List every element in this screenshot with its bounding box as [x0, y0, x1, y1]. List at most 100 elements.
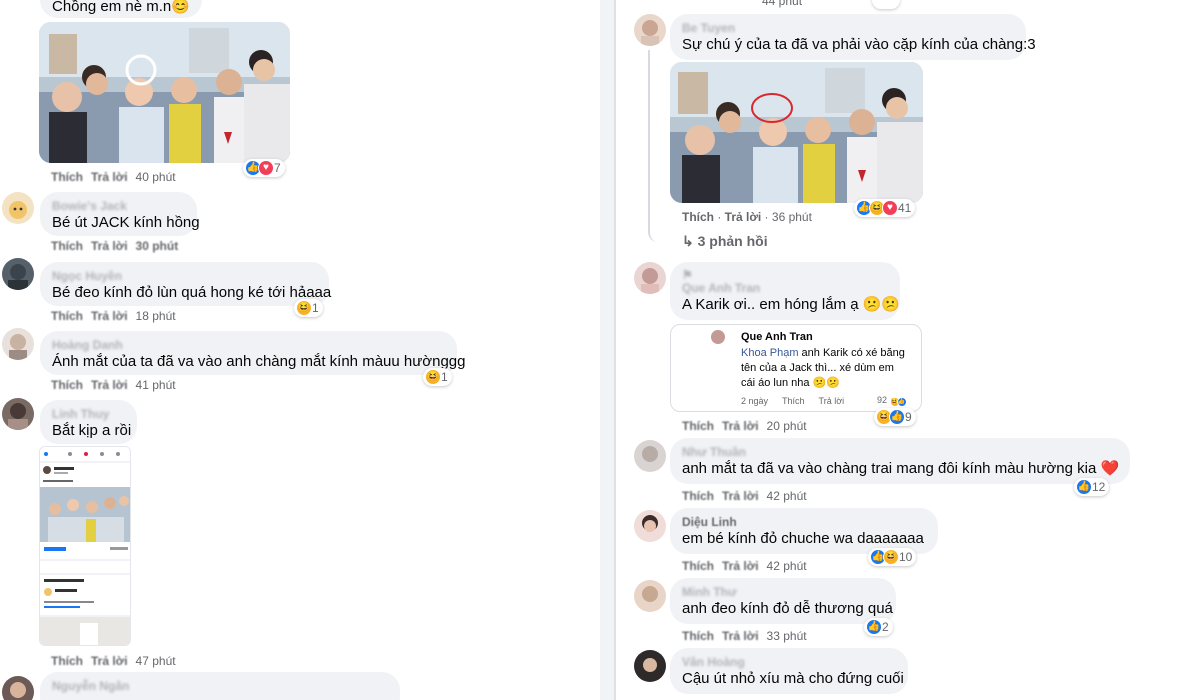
reaction-summary[interactable]: 👍 😆 10 — [868, 548, 917, 566]
reaction-summary[interactable]: 😆 1 — [294, 299, 323, 317]
view-replies-link[interactable]: ↳ 3 phản hồi — [682, 233, 768, 250]
quoted-actions: 2 ngày Thích Trả lời — [741, 396, 845, 406]
reaction-summary[interactable]: 👍 ♥ 7 — [243, 159, 285, 177]
shared-post-screenshot — [40, 447, 130, 645]
comment-author[interactable]: Ngọc Huyền — [52, 269, 317, 283]
comment-bubble: Be Tuyen Sự chú ý của ta đã va phải vào … — [670, 14, 1036, 60]
reply-link[interactable]: Trả lời — [91, 654, 128, 668]
reaction-summary[interactable]: 👍 😆 ♥ 41 — [854, 199, 916, 217]
avatar[interactable] — [634, 650, 666, 682]
comment-time: 42 phút — [766, 559, 807, 573]
comment-author[interactable]: Như Thuần — [682, 445, 1118, 459]
avatar[interactable] — [2, 258, 34, 290]
avatar[interactable] — [2, 192, 34, 224]
left-comment-column: Chồng em nè m.n😊 👍 ♥ 7 Thích Trả lời 40 ph… — [0, 0, 600, 700]
avatar[interactable] — [2, 328, 34, 360]
avatar[interactable] — [634, 510, 666, 542]
comment-time: 30 phút — [135, 239, 179, 253]
reaction-count: 7 — [274, 161, 281, 175]
mention-link: Khoa Phạm — [741, 347, 799, 359]
avatar[interactable] — [634, 440, 666, 472]
comment-actions: Thích Trả lời 40 phút — [51, 170, 184, 184]
comment-time: 18 phút — [135, 309, 176, 323]
comment-text: A Karik ơi.. em hóng lắm ạ 😕😕 — [682, 296, 901, 313]
comment-text: Bé đeo kính đỏ lùn quá hong ké tới hảaaa — [52, 284, 332, 301]
reaction-count: 9 — [905, 410, 912, 424]
reply-link[interactable]: Trả lời — [91, 239, 128, 253]
comment-bubble: ⚑ Que Anh Tran A Karik ơi.. em hóng lắm … — [670, 262, 900, 320]
comment-author[interactable]: Linh Thuy — [52, 407, 125, 421]
comment-author[interactable]: Diệu Linh — [682, 515, 926, 529]
reply-link[interactable]: Trả lời — [91, 309, 128, 323]
comment-bubble: Minh Thư anh đeo kính đỏ dễ thương quá — [670, 578, 896, 624]
comment-author[interactable]: Minh Thư — [682, 585, 884, 599]
comment-time: 44 phút — [762, 0, 803, 8]
comment-author[interactable]: Hoàng Danh — [52, 338, 445, 352]
reaction-count: 10 — [899, 550, 913, 564]
reply-link[interactable]: Trả lời — [722, 629, 759, 643]
comment-author[interactable]: Nguyễn Ngân — [52, 679, 388, 693]
comment-time: 42 phút — [766, 489, 807, 503]
reply-link[interactable]: Trả lời — [725, 210, 762, 224]
comment-bubble: Vân Hoàng Cậu út nhỏ xíu mà cho đứng cuố… — [670, 648, 908, 694]
comment-photo[interactable] — [670, 62, 923, 203]
reaction-summary[interactable]: 😆 1 — [423, 368, 452, 386]
comment-time: 47 phút — [135, 654, 176, 668]
like-link[interactable]: Thích — [51, 309, 83, 323]
like-link[interactable]: Thích — [51, 170, 83, 184]
comment-actions: Thích Trả lời 42 phút — [682, 559, 815, 573]
avatar[interactable] — [634, 262, 666, 294]
quoted-author: Que Anh Tran — [741, 331, 813, 343]
comment-actions: Thích Trả lời 18 phút — [51, 309, 184, 323]
avatar[interactable] — [634, 14, 666, 46]
like-link[interactable]: Thích — [682, 629, 714, 643]
comment-time: 36 phút — [771, 210, 812, 224]
reply-link[interactable]: Trả lời — [91, 378, 128, 392]
comment-author[interactable]: Be Tuyen — [682, 21, 1014, 35]
comment-photo[interactable] — [39, 446, 131, 646]
reaction-summary[interactable] — [872, 0, 900, 9]
avatar[interactable] — [634, 580, 666, 612]
comment-bubble: Như Thuần anh mắt ta đã va vào chàng tra… — [670, 438, 1130, 484]
like-link[interactable]: Thích — [682, 419, 714, 433]
quoted-comment-screenshot[interactable]: Que Anh Tran Khoa Phạm anh Karik có xé b… — [670, 324, 922, 412]
haha-reaction-icon: 😆 — [883, 549, 899, 565]
comment-author[interactable]: Bowie's Jack — [52, 199, 185, 213]
like-link[interactable]: Thích — [51, 654, 83, 668]
comment-actions: Thích Trả lời 33 phút — [682, 629, 815, 643]
reply-link[interactable]: Trả lời — [722, 419, 759, 433]
right-comment-column: 44 phút Be Tuyen Sự chú ý của ta đã va p… — [616, 0, 1200, 700]
like-link[interactable]: Thích — [682, 559, 714, 573]
comment-actions: Thích · Trả lời · 36 phút — [682, 210, 812, 224]
comment-text: Ánh mắt của ta đã va vào anh chàng mắt k… — [52, 353, 466, 370]
reply-link[interactable]: Trả lời — [722, 489, 759, 503]
group-selfie-image — [39, 22, 290, 163]
like-link[interactable]: Thích — [682, 489, 714, 503]
thread-line — [648, 50, 676, 242]
like-link[interactable]: Thích — [51, 239, 83, 253]
reaction-summary[interactable]: 👍 2 — [864, 618, 893, 636]
comment-actions: Thích Trả lời 42 phút — [682, 489, 815, 503]
comment-bubble: Nguyễn Ngân — [40, 672, 400, 700]
avatar[interactable] — [2, 676, 34, 700]
comment-text: Chồng em nè m.n😊 — [52, 0, 190, 15]
comment-time: 40 phút — [135, 170, 176, 184]
reply-link[interactable]: Trả lời — [91, 170, 128, 184]
like-link[interactable]: Thích — [51, 378, 83, 392]
comment-actions: Thích Trả lời 41 phút — [51, 378, 184, 392]
comment-time: 41 phút — [135, 378, 176, 392]
comment-bubble: Ngọc Huyền Bé đeo kính đỏ lùn quá hong k… — [40, 262, 332, 306]
comment-photo[interactable] — [39, 22, 290, 163]
reaction-summary[interactable]: 👍 12 — [1074, 478, 1110, 496]
comment-actions: Thích Trả lời 30 phút — [51, 239, 186, 253]
comment-author[interactable]: Vân Hoàng — [682, 655, 896, 669]
comment-author[interactable]: Que Anh Tran — [682, 282, 888, 295]
avatar[interactable] — [2, 398, 34, 430]
reaction-summary[interactable]: 😆 👍 9 — [874, 408, 916, 426]
like-link[interactable]: Thích — [682, 210, 714, 224]
group-selfie-image-annotated — [670, 62, 923, 203]
avatar — [711, 330, 725, 344]
quoted-reaction-count: 92 😆👍 — [877, 395, 907, 407]
comment-text: Bắt kịp a rồi — [52, 422, 132, 439]
reply-link[interactable]: Trả lời — [722, 559, 759, 573]
